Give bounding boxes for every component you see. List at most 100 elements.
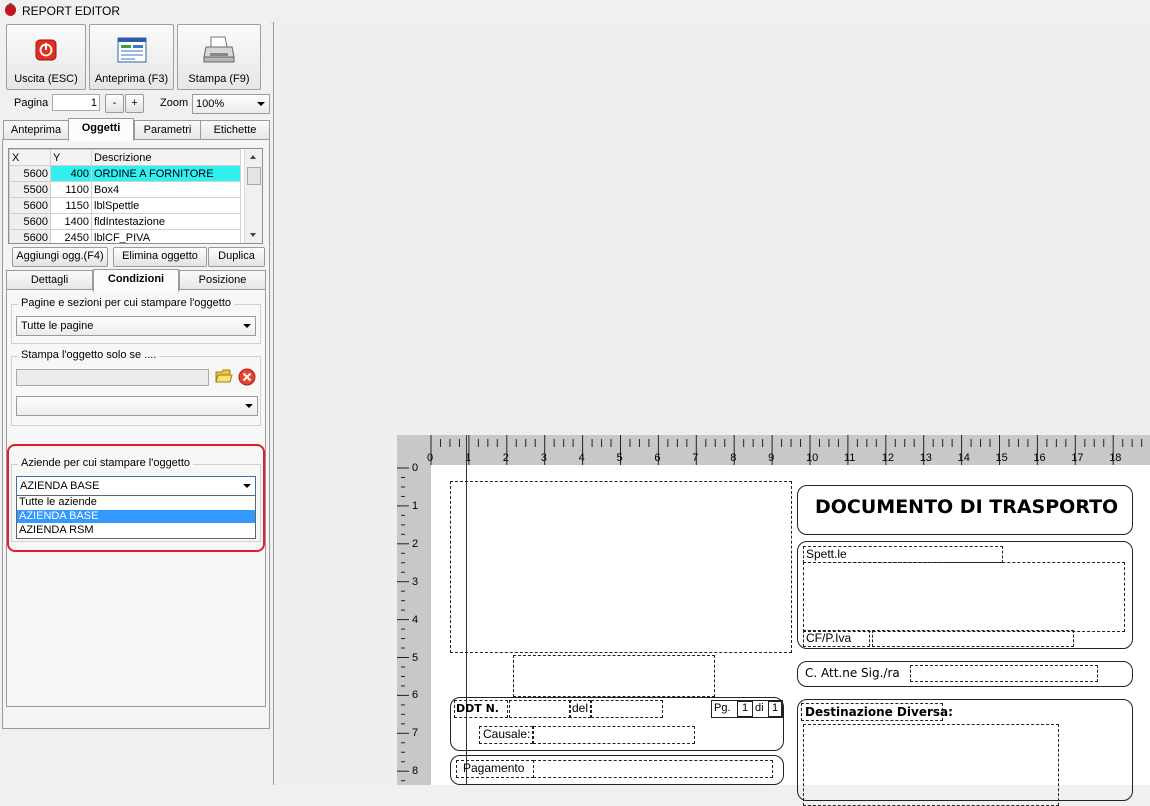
ruler-label: 2: [412, 537, 419, 550]
power-icon: [35, 39, 57, 61]
column-header-descrizione[interactable]: Descrizione: [91, 149, 241, 166]
cell-y: 2450: [50, 229, 92, 243]
ddt-number-field[interactable]: [509, 700, 571, 718]
tab-parametri[interactable]: Parametri: [134, 120, 201, 139]
page-next-button[interactable]: +: [125, 94, 144, 113]
scroll-thumb[interactable]: [247, 167, 261, 185]
cell-y: 1100: [50, 181, 92, 198]
table-row[interactable]: 5600 1400 fldIntestazione: [9, 213, 241, 230]
table-scrollbar[interactable]: [244, 149, 262, 243]
ruler-label: 1: [412, 499, 419, 512]
table-row[interactable]: 5600 400 ORDINE A FORNITORE: [9, 165, 241, 182]
zoom-value: 100%: [196, 98, 225, 110]
ruler-labels: 0 1 2 3 4 5 6 7 8: [397, 462, 431, 785]
chevron-down-icon: [243, 324, 251, 328]
table-row[interactable]: 5600 1150 lblSpettle: [9, 197, 241, 214]
del-label: del: [572, 701, 589, 715]
zoom-select[interactable]: 100%: [192, 94, 270, 114]
print-button[interactable]: Stampa (F9): [177, 24, 261, 90]
field-box[interactable]: [513, 655, 715, 697]
preview-label: Anteprima (F3): [94, 73, 169, 85]
table-row[interactable]: 5600 2450 lblCF_PIVA: [9, 229, 241, 243]
addressee-box[interactable]: Spett.le CF/P.Iva: [797, 541, 1133, 649]
ruler-label: 13: [919, 452, 932, 464]
payment-box[interactable]: Pagamento: [450, 755, 784, 785]
ruler-label: 10: [806, 452, 819, 464]
title-bar: REPORT EDITOR: [0, 0, 1150, 23]
folder-icon[interactable]: [215, 368, 233, 385]
ruler-label: 0: [412, 462, 419, 474]
scroll-down-icon[interactable]: [250, 233, 256, 237]
cell-desc: ORDINE A FORNITORE: [91, 165, 241, 182]
attn-box[interactable]: C. Att.ne Sig./ra: [797, 661, 1133, 687]
payment-label: Pagamento: [463, 761, 525, 775]
clear-icon[interactable]: [238, 368, 256, 386]
print-label: Stampa (F9): [188, 73, 250, 85]
pg-number: 1: [737, 701, 753, 717]
page-prev-button[interactable]: -: [105, 94, 124, 113]
destination-box[interactable]: Destinazione Diversa:: [797, 699, 1133, 806]
ruler-label: 0: [427, 452, 434, 464]
zoom-label: Zoom: [160, 97, 189, 109]
table-row[interactable]: 5500 1100 Box4: [9, 181, 241, 198]
attn-field[interactable]: [910, 665, 1098, 682]
tab-etichette[interactable]: Etichette: [200, 120, 270, 139]
title-box[interactable]: DOCUMENTO DI TRASPORTO: [797, 485, 1133, 535]
pages-group-title: Pagine e sezioni per cui stampare l'ogge…: [18, 297, 235, 309]
ruler-label: 11: [843, 452, 856, 464]
payment-field[interactable]: [533, 760, 773, 778]
tab-anteprima[interactable]: Anteprima: [3, 120, 69, 139]
exit-button[interactable]: Uscita (ESC): [6, 24, 86, 90]
exit-label: Uscita (ESC): [14, 73, 78, 85]
add-object-button[interactable]: Aggiungi ogg.(F4): [12, 247, 108, 267]
ruler-label: 3: [540, 452, 547, 464]
tab-posizione[interactable]: Posizione: [179, 270, 266, 289]
cell-desc: fldIntestazione: [91, 213, 241, 230]
logo-box[interactable]: [450, 481, 792, 653]
ruler-label: 8: [730, 452, 737, 464]
table-header: X Y Descrizione: [9, 149, 241, 166]
ruler-label: 15: [995, 452, 1008, 464]
preview-button[interactable]: Anteprima (F3): [89, 24, 174, 90]
pages-select[interactable]: Tutte le pagine: [16, 316, 256, 336]
cf-label: CF/P.Iva: [806, 631, 852, 645]
cell-y: 400: [50, 165, 92, 182]
cell-x: 5600: [9, 229, 51, 243]
delete-object-button[interactable]: Elimina oggetto: [113, 247, 207, 267]
tab-condizioni[interactable]: Condizioni: [93, 269, 179, 292]
page-counter[interactable]: Pg. 1 di 1: [711, 700, 783, 718]
cell-x: 5600: [9, 213, 51, 230]
ruler-label: 3: [412, 575, 419, 588]
document-title: DOCUMENTO DI TRASPORTO: [815, 496, 1119, 518]
pages-value: Tutte le pagine: [21, 320, 94, 332]
dest-field[interactable]: [803, 724, 1059, 806]
page-input[interactable]: 1: [52, 94, 100, 111]
ruler-label: 4: [412, 613, 419, 626]
duplicate-object-button[interactable]: Duplica: [208, 247, 265, 267]
preview-icon: [117, 37, 147, 63]
address-field[interactable]: [803, 562, 1125, 632]
column-header-x[interactable]: X: [9, 149, 51, 166]
date-field[interactable]: [591, 700, 663, 718]
cell-desc: lblCF_PIVA: [91, 229, 241, 243]
column-header-y[interactable]: Y: [50, 149, 92, 166]
cell-x: 5600: [9, 197, 51, 214]
condition-input[interactable]: [16, 369, 209, 386]
ruler-label: 16: [1033, 452, 1046, 464]
condition-select[interactable]: [16, 396, 258, 416]
ddt-box[interactable]: DDT N. del Pg. 1 di 1 Causale:: [450, 697, 784, 751]
attn-label: C. Att.ne Sig./ra: [805, 666, 900, 680]
ruler-label: 7: [692, 452, 699, 464]
app-icon: [5, 3, 16, 16]
tab-dettagli[interactable]: Dettagli: [6, 270, 93, 289]
ruler-label: 18: [1109, 452, 1122, 464]
chevron-down-icon: [245, 404, 253, 408]
report-page[interactable]: DOCUMENTO DI TRASPORTO Spett.le CF/P.Iva…: [431, 435, 1150, 806]
cf-field[interactable]: [872, 630, 1074, 647]
causale-field[interactable]: [533, 726, 695, 744]
scroll-up-icon[interactable]: [250, 155, 256, 159]
cell-x: 5500: [9, 181, 51, 198]
tab-oggetti[interactable]: Oggetti: [68, 118, 134, 141]
objects-table[interactable]: X Y Descrizione 5600 400 ORDINE A FORNIT…: [8, 148, 263, 244]
ruler-label: 2: [502, 452, 509, 464]
